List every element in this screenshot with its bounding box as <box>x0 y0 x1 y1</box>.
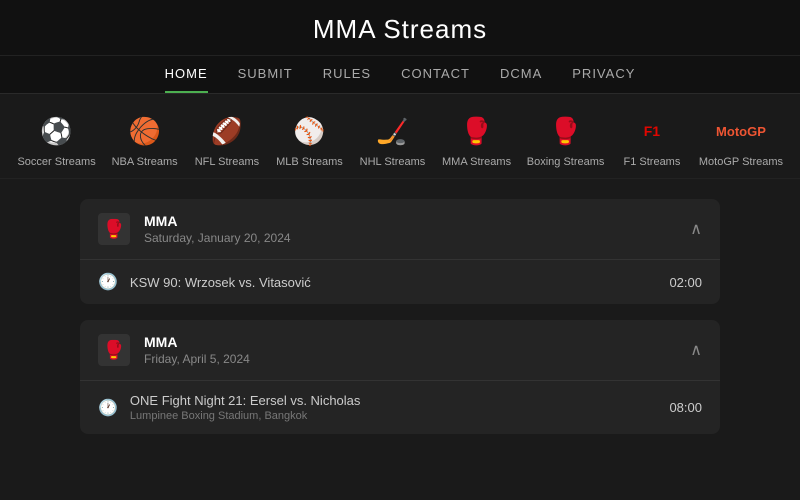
sport-nba[interactable]: 🏀 NBA Streams <box>103 112 186 168</box>
match-venue-2: Lumpinee Boxing Stadium, Bangkok <box>130 410 658 422</box>
match-name-1: KSW 90: Wrzosek vs. Vitasović <box>130 275 658 290</box>
event-header-1: 🥊 MMA Saturday, January 20, 2024 ∧ <box>80 199 720 260</box>
nav-contact[interactable]: CONTACT <box>401 66 470 93</box>
nav-rules[interactable]: RULES <box>323 66 371 93</box>
clock-icon-2: 🕐 <box>98 398 118 418</box>
sport-soccer[interactable]: ⚽ Soccer Streams <box>10 112 103 168</box>
header: MMA Streams <box>0 0 800 56</box>
nav-dcma[interactable]: DCMA <box>500 66 542 93</box>
mma-sport-icon-2: 🥊 <box>98 334 130 366</box>
mlb-icon: ⚾ <box>290 112 328 150</box>
event-title-1: MMA <box>144 213 291 229</box>
collapse-icon-2[interactable]: ∧ <box>690 340 702 360</box>
event-title-2: MMA <box>144 334 250 350</box>
event-card-2: 🥊 MMA Friday, April 5, 2024 ∧ 🕐 ONE Figh… <box>80 320 720 434</box>
mma-sport-icon-1: 🥊 <box>98 213 130 245</box>
event-date-2: Friday, April 5, 2024 <box>144 352 250 366</box>
nba-icon: 🏀 <box>126 112 164 150</box>
nav-home[interactable]: HOME <box>165 66 208 93</box>
sport-nhl[interactable]: 🏒 NHL Streams <box>351 112 434 168</box>
f1-icon: F1 <box>633 112 671 150</box>
event-header-left-2: 🥊 MMA Friday, April 5, 2024 <box>98 334 250 366</box>
collapse-icon-1[interactable]: ∧ <box>690 219 702 239</box>
motogp-label: MotoGP Streams <box>699 156 783 168</box>
event-header-left-1: 🥊 MMA Saturday, January 20, 2024 <box>98 213 291 245</box>
page-title: MMA Streams <box>0 14 800 45</box>
mma-label: MMA Streams <box>442 156 511 168</box>
clock-icon-1: 🕐 <box>98 272 118 292</box>
sport-nfl[interactable]: 🏈 NFL Streams <box>186 112 268 168</box>
match-info-2: ONE Fight Night 21: Eersel vs. Nicholas … <box>130 393 658 422</box>
sport-motogp[interactable]: MotoGP MotoGP Streams <box>692 112 790 168</box>
match-row-2: 🕐 ONE Fight Night 21: Eersel vs. Nichola… <box>80 381 720 434</box>
nav-privacy[interactable]: PRIVACY <box>572 66 635 93</box>
soccer-label: Soccer Streams <box>17 156 95 168</box>
motogp-icon: MotoGP <box>722 112 760 150</box>
sport-boxing[interactable]: 🥊 Boxing Streams <box>519 112 612 168</box>
nfl-label: NFL Streams <box>195 156 259 168</box>
boxing-label: Boxing Streams <box>527 156 605 168</box>
sport-f1[interactable]: F1 F1 Streams <box>612 112 692 168</box>
match-row-1: 🕐 KSW 90: Wrzosek vs. Vitasović 02:00 <box>80 260 720 304</box>
nav-submit[interactable]: SUBMIT <box>238 66 293 93</box>
event-card-1: 🥊 MMA Saturday, January 20, 2024 ∧ 🕐 KSW… <box>80 199 720 304</box>
boxing-icon: 🥊 <box>547 112 585 150</box>
main-content: 🥊 MMA Saturday, January 20, 2024 ∧ 🕐 KSW… <box>0 179 800 470</box>
mlb-label: MLB Streams <box>276 156 343 168</box>
event-date-1: Saturday, January 20, 2024 <box>144 231 291 245</box>
event-header-2: 🥊 MMA Friday, April 5, 2024 ∧ <box>80 320 720 381</box>
mma-icon: 🥊 <box>458 112 496 150</box>
event-meta-2: MMA Friday, April 5, 2024 <box>144 334 250 366</box>
main-nav: HOME SUBMIT RULES CONTACT DCMA PRIVACY <box>0 56 800 94</box>
match-name-2: ONE Fight Night 21: Eersel vs. Nicholas <box>130 393 658 408</box>
match-time-2: 08:00 <box>669 400 702 415</box>
nfl-icon: 🏈 <box>208 112 246 150</box>
nhl-icon: 🏒 <box>373 112 411 150</box>
f1-label: F1 Streams <box>624 156 681 168</box>
event-meta-1: MMA Saturday, January 20, 2024 <box>144 213 291 245</box>
nhl-label: NHL Streams <box>360 156 426 168</box>
nba-label: NBA Streams <box>112 156 178 168</box>
match-time-1: 02:00 <box>669 275 702 290</box>
soccer-icon: ⚽ <box>38 112 76 150</box>
match-info-1: KSW 90: Wrzosek vs. Vitasović <box>130 275 658 290</box>
sport-mlb[interactable]: ⚾ MLB Streams <box>268 112 351 168</box>
sports-bar: ⚽ Soccer Streams 🏀 NBA Streams 🏈 NFL Str… <box>0 94 800 179</box>
sport-mma[interactable]: 🥊 MMA Streams <box>434 112 520 168</box>
